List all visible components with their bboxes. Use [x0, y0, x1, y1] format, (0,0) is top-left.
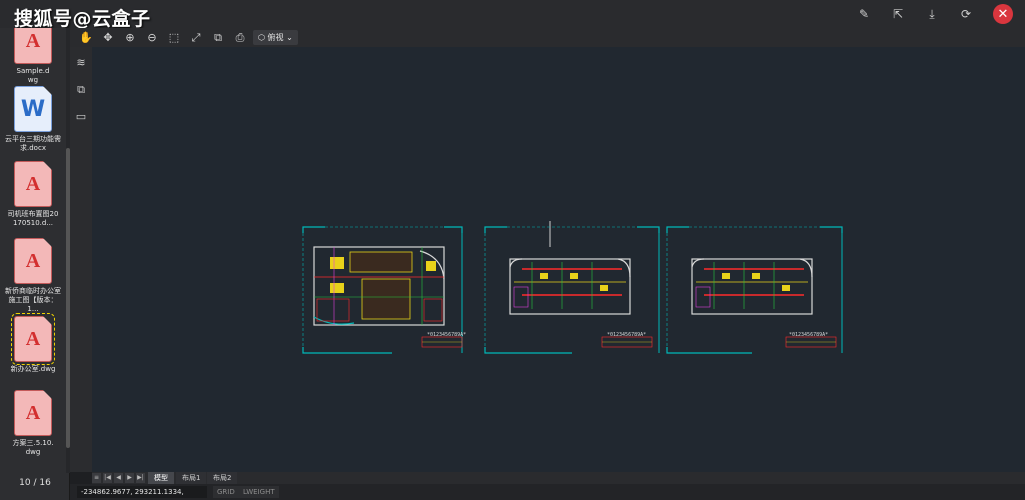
side-tool-strip: ≋ ⧉ ▭: [70, 28, 92, 472]
pan-hand-icon[interactable]: ✋: [78, 30, 94, 45]
cad-file-icon: A: [14, 390, 52, 436]
cad-drawing: *0123456789A* *0123456789A* *0123456789A…: [302, 221, 843, 354]
chevron-down-icon: ⌄: [286, 33, 293, 42]
file-item[interactable]: A 方案三.5.10. dwg: [4, 390, 62, 457]
file-list: A Sample.d wg W 云平台三期功能需 求.docx A 司机班布置图…: [0, 28, 66, 473]
refresh-icon: ⟳: [960, 7, 972, 21]
drawing-canvas[interactable]: *0123456789A* *0123456789A* *0123456789A…: [92, 47, 1025, 472]
share-button[interactable]: ⇱: [887, 4, 909, 24]
main-toolbar: ✋ ✥ ⊕ ⊖ ⬚ ⤢ ⧉ ⎙ ⬡ 俯视 ⌄: [70, 28, 1025, 47]
status-bar: -234862.9677, 293211.1334, 0.0000 GRID L…: [70, 484, 1025, 500]
close-icon: ✕: [997, 6, 1009, 22]
tabs-menu-icon[interactable]: ≡: [92, 473, 101, 483]
view-select-label: 俯视: [267, 33, 284, 42]
print-icon[interactable]: ⎙: [232, 30, 248, 45]
file-name: 新侨商临时办公室 施工图【版本：1...: [5, 287, 61, 313]
top-actions: ✎ ⇱ ⤓ ⟳ ✕: [847, 4, 1013, 24]
close-button[interactable]: ✕: [993, 4, 1013, 24]
download-button[interactable]: ⤓: [921, 4, 943, 24]
screen-icon[interactable]: ▭: [74, 110, 88, 124]
file-name: Sample.d wg: [16, 67, 50, 84]
compare-icon[interactable]: ⧉: [210, 30, 226, 45]
zoom-window-icon[interactable]: ⬚: [166, 30, 182, 45]
cad-viewer-app: 搜狐号@云盒子 ✎ ⇱ ⤓ ⟳ ✕ A Sample.d wg W 云平台三期功…: [0, 0, 1025, 500]
zoom-in-icon[interactable]: ⊕: [122, 30, 138, 45]
file-item[interactable]: W 云平台三期功能需 求.docx: [4, 86, 62, 153]
file-item-selected[interactable]: A 新办公室.dwg: [4, 313, 62, 374]
tab-model[interactable]: 模型: [148, 472, 174, 484]
layout-tabs-bar: ≡ |◀ ◀ ▶ ▶| 模型 布局1 布局2: [92, 472, 1025, 484]
cad-file-icon: A: [14, 28, 52, 64]
word-file-icon: W: [14, 86, 52, 132]
view-select[interactable]: ⬡ 俯视 ⌄: [253, 30, 298, 45]
move-icon[interactable]: ✥: [100, 30, 116, 45]
prev-tab-icon[interactable]: ◀: [114, 473, 123, 483]
edit-icon: ✎: [858, 7, 870, 21]
grid-toggle[interactable]: GRID: [213, 486, 239, 498]
lineweight-toggle[interactable]: LWEIGHT: [239, 486, 279, 498]
sheet-label: *0123456789A*: [607, 332, 646, 338]
download-icon: ⤓: [929, 6, 935, 21]
cube-icon: ⬡: [258, 33, 265, 42]
cad-file-icon: A: [14, 238, 52, 284]
file-name: 司机班布置图20 170510.d...: [7, 210, 59, 227]
tab-layout1[interactable]: 布局1: [176, 472, 207, 484]
first-tab-icon[interactable]: |◀: [103, 473, 112, 483]
refresh-button[interactable]: ⟳: [955, 4, 977, 24]
share-icon: ⇱: [892, 7, 904, 21]
zoom-out-icon[interactable]: ⊖: [144, 30, 160, 45]
page-counter: 10 / 16: [19, 478, 51, 488]
file-name: 方案三.5.10. dwg: [12, 439, 54, 456]
last-tab-icon[interactable]: ▶|: [136, 473, 145, 483]
tab-layout2[interactable]: 布局2: [207, 472, 238, 484]
cad-file-icon: A: [14, 161, 52, 207]
file-name: 新办公室.dwg: [10, 365, 56, 373]
file-item[interactable]: A Sample.d wg: [4, 28, 62, 85]
sheet-label: *0123456789A*: [789, 332, 828, 338]
cad-file-icon: A: [11, 313, 55, 365]
file-item[interactable]: A 新侨商临时办公室 施工图【版本：1...: [4, 238, 62, 314]
file-item[interactable]: A 司机班布置图20 170510.d...: [4, 161, 62, 228]
file-panel: A Sample.d wg W 云平台三期功能需 求.docx A 司机班布置图…: [0, 28, 70, 500]
next-tab-icon[interactable]: ▶: [125, 473, 134, 483]
layers-icon[interactable]: ≋: [74, 56, 88, 70]
edit-button[interactable]: ✎: [853, 4, 875, 24]
blocks-icon[interactable]: ⧉: [74, 83, 88, 97]
watermark: 搜狐号@云盒子: [14, 8, 151, 30]
fit-extents-icon[interactable]: ⤢: [188, 30, 204, 45]
coordinate-readout: -234862.9677, 293211.1334, 0.0000: [77, 486, 207, 498]
file-name: 云平台三期功能需 求.docx: [5, 135, 61, 152]
top-bar: 搜狐号@云盒子 ✎ ⇱ ⤓ ⟳ ✕: [0, 0, 1025, 30]
sheet-label: *0123456789A*: [427, 332, 466, 338]
